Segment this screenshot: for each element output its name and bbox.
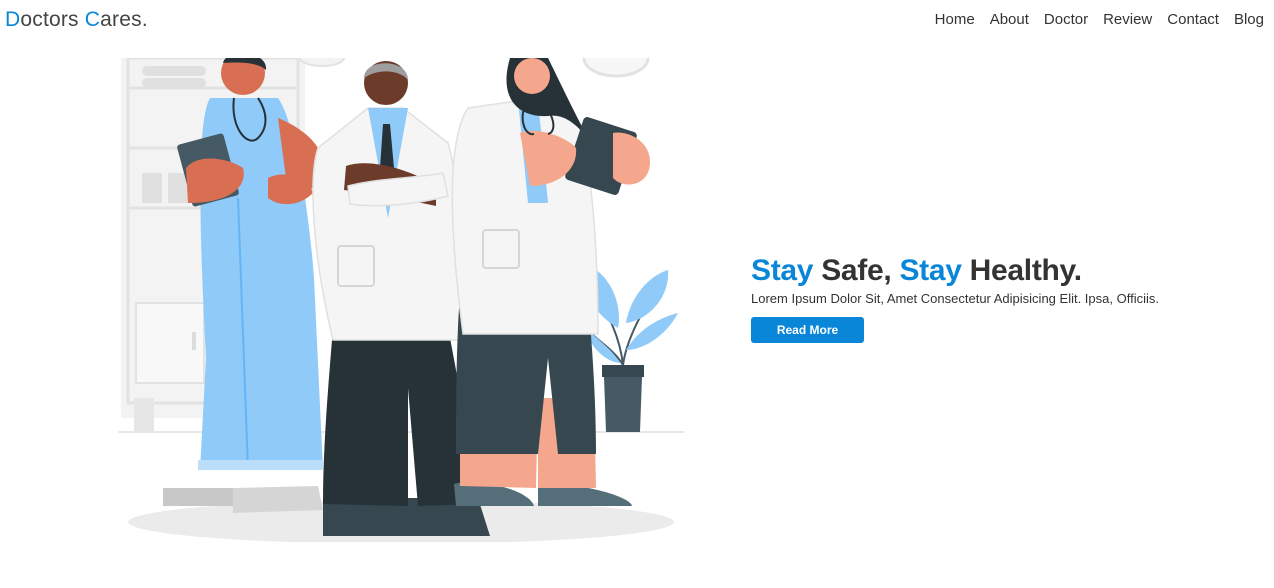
hero-title-safe: Safe, bbox=[813, 254, 900, 287]
read-more-button[interactable]: Read More bbox=[751, 317, 864, 343]
site-logo[interactable]: Doctors Cares. bbox=[5, 8, 148, 32]
hero-title: Stay Safe, Stay Healthy. bbox=[751, 253, 1251, 289]
logo-text-1: octors bbox=[20, 8, 85, 31]
nav-link-contact[interactable]: Contact bbox=[1167, 11, 1219, 28]
hero-subtitle: Lorem Ipsum Dolor Sit, Amet Consectetur … bbox=[751, 291, 1159, 306]
navbar: Doctors Cares. Home About Doctor Review … bbox=[0, 0, 1274, 40]
nav-link-about[interactable]: About bbox=[990, 11, 1029, 28]
nav-link-home[interactable]: Home bbox=[935, 11, 975, 28]
nav-link-review[interactable]: Review bbox=[1103, 11, 1152, 28]
female-doctor-figure bbox=[451, 58, 650, 506]
logo-text-2: ares. bbox=[100, 8, 148, 31]
nav-links: Home About Doctor Review Contact Blog bbox=[935, 11, 1264, 28]
nav-link-blog[interactable]: Blog bbox=[1234, 11, 1264, 28]
wall-clock-left bbox=[299, 57, 345, 67]
hero-title-stay-2: Stay bbox=[899, 254, 962, 287]
hero-text: Stay Safe, Stay Healthy. Lorem Ipsum Dol… bbox=[751, 253, 1251, 343]
logo-letter-d: D bbox=[5, 8, 21, 31]
doctors-illustration bbox=[118, 51, 684, 544]
wall-clock-right bbox=[582, 57, 650, 78]
hero-title-healthy: Healthy. bbox=[961, 254, 1082, 287]
nav-link-doctor[interactable]: Doctor bbox=[1044, 11, 1088, 28]
logo-letter-c: C bbox=[84, 8, 101, 31]
hero-title-stay-1: Stay bbox=[751, 254, 814, 287]
